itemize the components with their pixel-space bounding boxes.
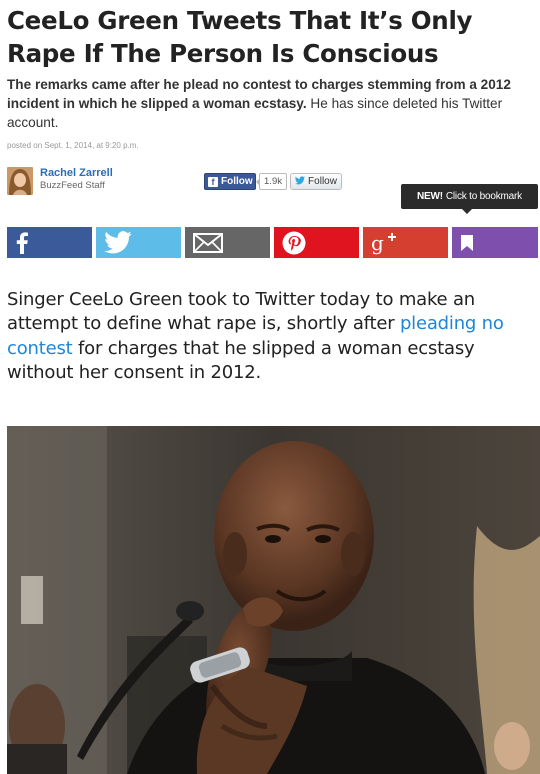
bookmark-tooltip: NEW! Click to bookmark (401, 184, 538, 214)
facebook-icon (15, 231, 29, 254)
facebook-follow-button[interactable]: f Follow (204, 173, 256, 190)
posted-timestamp: posted on Sept. 1, 2014, at 9:20 p.m. (7, 141, 139, 150)
tooltip-new-label: NEW! (417, 191, 443, 202)
twitter-follow-label: Follow (308, 176, 337, 187)
facebook-icon: f (208, 176, 218, 187)
article-headline: CeeLo Green Tweets That It’s Only Rape I… (7, 6, 473, 68)
twitter-follow-button[interactable]: Follow (290, 173, 342, 190)
twitter-bird-icon (104, 231, 132, 254)
bookmark-icon (460, 234, 474, 252)
envelope-icon (193, 232, 223, 253)
google-plus-icon: g (371, 231, 401, 255)
byline: Rachel Zarrell BuzzFeed Staff (7, 167, 113, 195)
article-dek: The remarks came after he plead no conte… (7, 75, 533, 132)
facebook-follow-label: Follow (221, 176, 253, 187)
share-bar: g (7, 227, 538, 258)
share-google-plus-button[interactable]: g (363, 227, 448, 258)
pinterest-icon (282, 231, 306, 255)
share-twitter-button[interactable] (96, 227, 181, 258)
share-email-button[interactable] (185, 227, 270, 258)
facebook-follow-count: 1.9k (256, 173, 287, 190)
tooltip-text: Click to bookmark (445, 191, 522, 202)
author-name-link[interactable]: Rachel Zarrell (40, 167, 113, 180)
share-pinterest-button[interactable] (274, 227, 359, 258)
share-bookmark-button[interactable] (452, 227, 538, 258)
svg-text:g: g (371, 231, 384, 255)
twitter-bird-icon (295, 176, 306, 187)
article-photo (7, 426, 540, 774)
author-avatar[interactable] (7, 167, 33, 195)
article-lede: Singer CeeLo Green took to Twitter today… (7, 288, 535, 385)
lede-text-after: for charges that he slipped a woman ecst… (7, 337, 475, 383)
author-role: BuzzFeed Staff (40, 180, 105, 191)
share-facebook-button[interactable] (7, 227, 92, 258)
